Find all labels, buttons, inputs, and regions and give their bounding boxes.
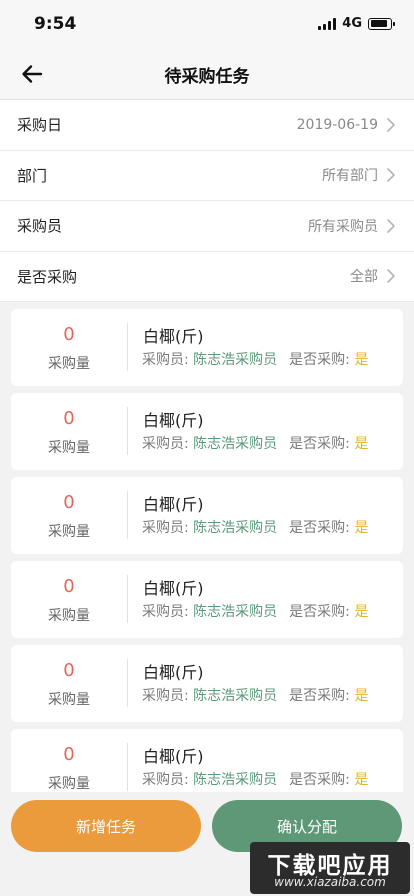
status-indicators: 4G	[318, 16, 395, 31]
quantity-block: 0 采购量	[11, 645, 127, 722]
quantity-block: 0 采购量	[11, 561, 127, 638]
item-name: 白椰(斤)	[143, 663, 204, 682]
buyer-name: 陈志浩采购员	[193, 688, 278, 704]
purchased-value: 是	[354, 352, 369, 368]
chevron-right-icon	[387, 168, 395, 183]
quantity-block: 0 采购量	[11, 729, 127, 792]
signal-icon	[318, 17, 337, 30]
filter-purchased[interactable]: 是否采购 全部	[0, 252, 414, 302]
purchased-value: 是	[354, 688, 369, 704]
quantity-block: 0 采购量	[11, 393, 127, 470]
task-card[interactable]: 0 采购量 白椰(斤) 采购员: 陈志浩采购员 是否采购: 是	[11, 645, 403, 722]
chevron-right-icon	[387, 218, 395, 233]
quantity-value: 0	[63, 408, 75, 429]
filter-value: 全部	[350, 269, 378, 286]
divider	[127, 659, 128, 707]
quantity-label: 采购量	[48, 440, 90, 456]
divider	[127, 743, 128, 791]
filter-department[interactable]: 部门 所有部门	[0, 151, 414, 201]
filter-purchase-date[interactable]: 采购日 2019-06-19	[0, 100, 414, 151]
purchased-label: 是否采购:	[289, 520, 355, 536]
page-title: 待采购任务	[164, 67, 250, 87]
quantity-label: 采购量	[48, 776, 90, 792]
item-meta: 采购员: 陈志浩采购员 是否采购: 是	[142, 349, 368, 369]
quantity-label: 采购量	[48, 608, 90, 624]
divider	[127, 323, 128, 371]
task-card[interactable]: 0 采购量 白椰(斤) 采购员: 陈志浩采购员 是否采购: 是	[11, 477, 403, 554]
item-meta: 采购员: 陈志浩采购员 是否采购: 是	[142, 601, 368, 621]
purchased-value: 是	[354, 436, 369, 452]
purchased-value: 是	[354, 604, 369, 620]
purchased-label: 是否采购:	[289, 352, 355, 368]
quantity-label: 采购量	[48, 356, 90, 372]
filter-label: 采购日	[17, 116, 63, 135]
buyer-label: 采购员:	[142, 436, 194, 452]
battery-icon	[368, 17, 395, 30]
quantity-value: 0	[63, 324, 75, 345]
buyer-name: 陈志浩采购员	[193, 436, 278, 452]
task-card[interactable]: 0 采购量 白椰(斤) 采购员: 陈志浩采购员 是否采购: 是	[11, 561, 403, 638]
item-meta: 采购员: 陈志浩采购员 是否采购: 是	[142, 433, 368, 453]
filter-value: 所有部门	[322, 168, 378, 185]
purchased-value: 是	[354, 772, 369, 788]
nav-bar: 待采购任务	[0, 48, 414, 100]
purchased-label: 是否采购:	[289, 436, 355, 452]
buyer-name: 陈志浩采购员	[193, 604, 278, 620]
buyer-label: 采购员:	[142, 604, 194, 620]
item-name: 白椰(斤)	[143, 411, 204, 430]
filter-list: 采购日 2019-06-19 部门 所有部门 采购员 所有采购员 是否采购 全部	[0, 100, 414, 302]
buyer-label: 采购员:	[142, 520, 194, 536]
chevron-right-icon	[387, 269, 395, 284]
filter-value: 所有采购员	[308, 218, 378, 235]
purchased-label: 是否采购:	[289, 604, 355, 620]
add-task-button[interactable]: 新增任务	[11, 800, 201, 852]
purchased-value: 是	[354, 520, 369, 536]
filter-value: 2019-06-19	[296, 116, 378, 133]
task-card[interactable]: 0 采购量 白椰(斤) 采购员: 陈志浩采购员 是否采购: 是	[11, 309, 403, 386]
quantity-block: 0 采购量	[11, 477, 127, 554]
chevron-right-icon	[387, 117, 395, 132]
purchased-label: 是否采购:	[289, 772, 355, 788]
watermark-logo: 下载吧应用 www.xiazaiba.com	[250, 842, 410, 894]
item-meta: 采购员: 陈志浩采购员 是否采购: 是	[142, 685, 368, 705]
item-meta: 采购员: 陈志浩采购员 是否采购: 是	[142, 769, 368, 789]
task-card[interactable]: 0 采购量 白椰(斤) 采购员: 陈志浩采购员 是否采购: 是	[11, 393, 403, 470]
quantity-label: 采购量	[48, 692, 90, 708]
filter-label: 采购员	[17, 217, 63, 236]
divider	[127, 407, 128, 455]
filter-buyer[interactable]: 采购员 所有采购员	[0, 201, 414, 252]
buyer-name: 陈志浩采购员	[193, 520, 278, 536]
buyer-name: 陈志浩采购员	[193, 772, 278, 788]
task-list[interactable]: 0 采购量 白椰(斤) 采购员: 陈志浩采购员 是否采购: 是 0 采购量 白椰(…	[0, 302, 414, 792]
battery-level	[370, 20, 387, 27]
task-card[interactable]: 0 采购量 白椰(斤) 采购员: 陈志浩采购员 是否采购: 是	[11, 729, 403, 792]
quantity-label: 采购量	[48, 524, 90, 540]
quantity-value: 0	[63, 492, 75, 513]
item-name: 白椰(斤)	[143, 579, 204, 598]
purchased-label: 是否采购:	[289, 688, 355, 704]
network-type: 4G	[342, 16, 362, 31]
quantity-value: 0	[63, 576, 75, 597]
quantity-value: 0	[63, 660, 75, 681]
item-name: 白椰(斤)	[143, 495, 204, 514]
status-time: 9:54	[34, 14, 77, 34]
item-name: 白椰(斤)	[143, 747, 204, 766]
watermark-url: www.xiazaiba.com	[274, 875, 386, 889]
quantity-value: 0	[63, 744, 75, 765]
quantity-block: 0 采购量	[11, 309, 127, 386]
status-bar: 9:54 4G	[0, 0, 414, 48]
buyer-name: 陈志浩采购员	[193, 352, 278, 368]
divider	[127, 491, 128, 539]
item-meta: 采购员: 陈志浩采购员 是否采购: 是	[142, 517, 368, 537]
item-name: 白椰(斤)	[143, 327, 204, 346]
divider	[127, 575, 128, 623]
filter-label: 部门	[17, 166, 48, 185]
buyer-label: 采购员:	[142, 352, 194, 368]
filter-label: 是否采购	[17, 267, 78, 286]
buyer-label: 采购员:	[142, 772, 194, 788]
buyer-label: 采购员:	[142, 688, 194, 704]
